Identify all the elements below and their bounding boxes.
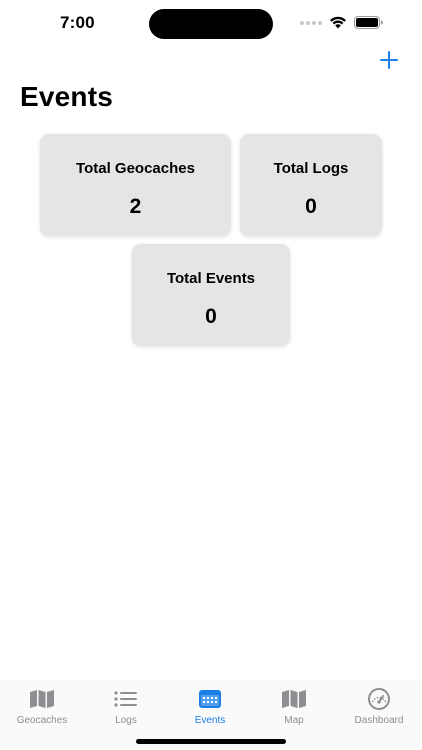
card-label: Total Geocaches	[76, 160, 195, 177]
tab-events[interactable]: Events	[168, 688, 252, 726]
add-event-button[interactable]	[378, 49, 400, 71]
total-events-card: Total Events 0	[132, 244, 290, 346]
tab-label: Events	[194, 715, 226, 726]
calendar-icon	[196, 688, 224, 710]
card-value: 2	[129, 195, 142, 218]
wifi-icon	[330, 16, 346, 29]
home-indicator	[136, 739, 286, 744]
card-value: 0	[305, 195, 317, 218]
status-time: 7:00	[60, 13, 95, 32]
dynamic-island	[149, 9, 273, 39]
status-icons	[300, 16, 384, 29]
map-icon	[280, 688, 308, 710]
tab-map[interactable]: Map	[252, 688, 336, 726]
cellular-signal-icon	[300, 20, 322, 25]
tab-label: Dashboard	[354, 715, 404, 726]
list-icon	[112, 688, 140, 710]
tab-label: Logs	[115, 715, 137, 726]
gauge-icon	[365, 688, 393, 710]
battery-icon	[354, 16, 383, 29]
events-screen: 7:00 Events Total Geocaches 2 Total Logs…	[0, 0, 422, 750]
map-icon	[28, 688, 56, 710]
total-logs-card: Total Logs 0	[240, 134, 382, 236]
tab-geocaches[interactable]: Geocaches	[0, 688, 84, 726]
tab-dashboard[interactable]: Dashboard	[337, 688, 421, 726]
tab-logs[interactable]: Logs	[84, 688, 168, 726]
plus-icon	[380, 51, 398, 69]
page-title: Events	[20, 81, 114, 112]
card-label: Total Events	[166, 270, 256, 287]
total-geocaches-card: Total Geocaches 2	[40, 134, 231, 236]
card-value: 0	[205, 305, 217, 328]
tab-label: Map	[284, 715, 304, 726]
tab-label: Geocaches	[16, 715, 68, 726]
card-label: Total Logs	[273, 160, 349, 177]
